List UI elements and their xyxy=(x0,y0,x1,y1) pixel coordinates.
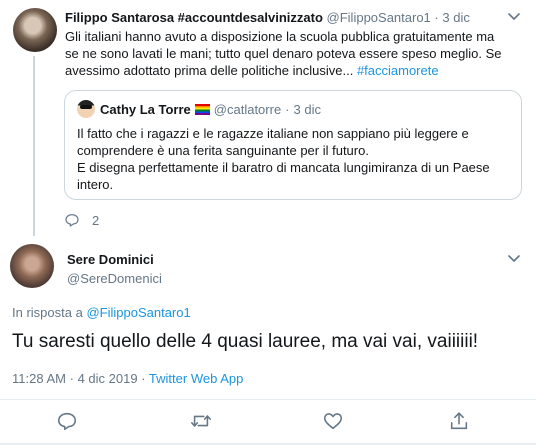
tweet-header: Filippo Santarosa #accountdesalvinizzato… xyxy=(65,10,470,25)
handle[interactable]: @FilippoSantaro1 xyxy=(327,10,431,25)
thread-line xyxy=(33,56,35,236)
quoted-text-line: Il fatto che i ragazzi e le ragazze ital… xyxy=(77,126,469,141)
quoted-text-line: comprendere è una ferita sanguinante per… xyxy=(77,143,369,158)
display-name[interactable]: Sere Dominici xyxy=(67,252,154,267)
quoted-text-line: E disegna perfettamente il baratro di ma… xyxy=(77,160,490,175)
separator: · xyxy=(434,10,439,25)
avatar[interactable] xyxy=(10,244,54,288)
avatar xyxy=(77,100,95,118)
rainbow-flag-icon xyxy=(194,103,210,115)
reply-icon xyxy=(65,214,79,227)
quoted-tweet-header: Cathy La Torre @catlatorre · 3 dic xyxy=(77,100,321,118)
tweet-text: Tu saresti quello delle 4 quasi lauree, … xyxy=(12,331,479,352)
tweet-date[interactable]: 3 dic xyxy=(442,10,469,25)
tweet-time[interactable]: 11:28 AM xyxy=(12,371,66,386)
source-link[interactable]: Twitter Web App xyxy=(149,371,243,386)
tweet-date[interactable]: 4 dic 2019 xyxy=(78,371,138,386)
heart-icon[interactable] xyxy=(322,410,344,432)
tweet-text-line: Gli italiani hanno avuto a disposizione … xyxy=(65,29,495,44)
action-bar xyxy=(0,406,536,436)
handle[interactable]: @SereDomenici xyxy=(67,271,162,286)
chevron-down-icon[interactable] xyxy=(506,250,522,266)
reply-count: 2 xyxy=(92,212,100,228)
quoted-display-name: Cathy La Torre xyxy=(100,101,191,117)
reply-prefix: In risposta a xyxy=(12,305,83,320)
separator: · xyxy=(285,101,290,117)
focused-tweet: Sere Dominici @SereDomenici In risposta … xyxy=(0,236,536,445)
share-icon[interactable] xyxy=(448,410,470,432)
avatar[interactable] xyxy=(13,8,57,52)
tweet-meta: 11:28 AM · 4 dic 2019 · Twitter Web App xyxy=(12,371,243,386)
display-name[interactable]: Filippo Santarosa #accountdesalvinizzato xyxy=(65,10,323,25)
tweet-text-line: avessimo adottato prima delle politiche … xyxy=(65,63,354,78)
tweet-text-line: se ne sono lavati le mani; tutto quel de… xyxy=(65,46,502,61)
reply-context: In risposta a @FilippoSantaro1 xyxy=(12,305,191,320)
quoted-text-line: intero. xyxy=(77,177,114,192)
tweet-text: Gli italiani hanno avuto a disposizione … xyxy=(65,28,525,79)
separator: · xyxy=(141,371,146,386)
quoted-date: 3 dic xyxy=(293,101,321,117)
reply-to-link[interactable]: @FilippoSantaro1 xyxy=(86,305,190,320)
quoted-tweet-card[interactable]: Cathy La Torre @catlatorre · 3 dic Il fa… xyxy=(64,90,522,200)
separator: · xyxy=(69,371,74,386)
quoted-tweet-text: Il fatto che i ragazzi e le ragazze ital… xyxy=(77,125,509,193)
divider xyxy=(0,399,536,400)
parent-tweet[interactable]: Filippo Santarosa #accountdesalvinizzato… xyxy=(0,0,536,236)
retweet-icon[interactable] xyxy=(190,410,212,432)
reply-button[interactable]: 2 xyxy=(64,212,99,228)
parent-action-bar: 2 xyxy=(64,212,99,228)
quoted-handle: @catlatorre xyxy=(213,101,282,117)
reply-icon[interactable] xyxy=(56,410,78,432)
chevron-down-icon[interactable] xyxy=(506,8,522,24)
hashtag-link[interactable]: #facciamorete xyxy=(357,63,439,78)
